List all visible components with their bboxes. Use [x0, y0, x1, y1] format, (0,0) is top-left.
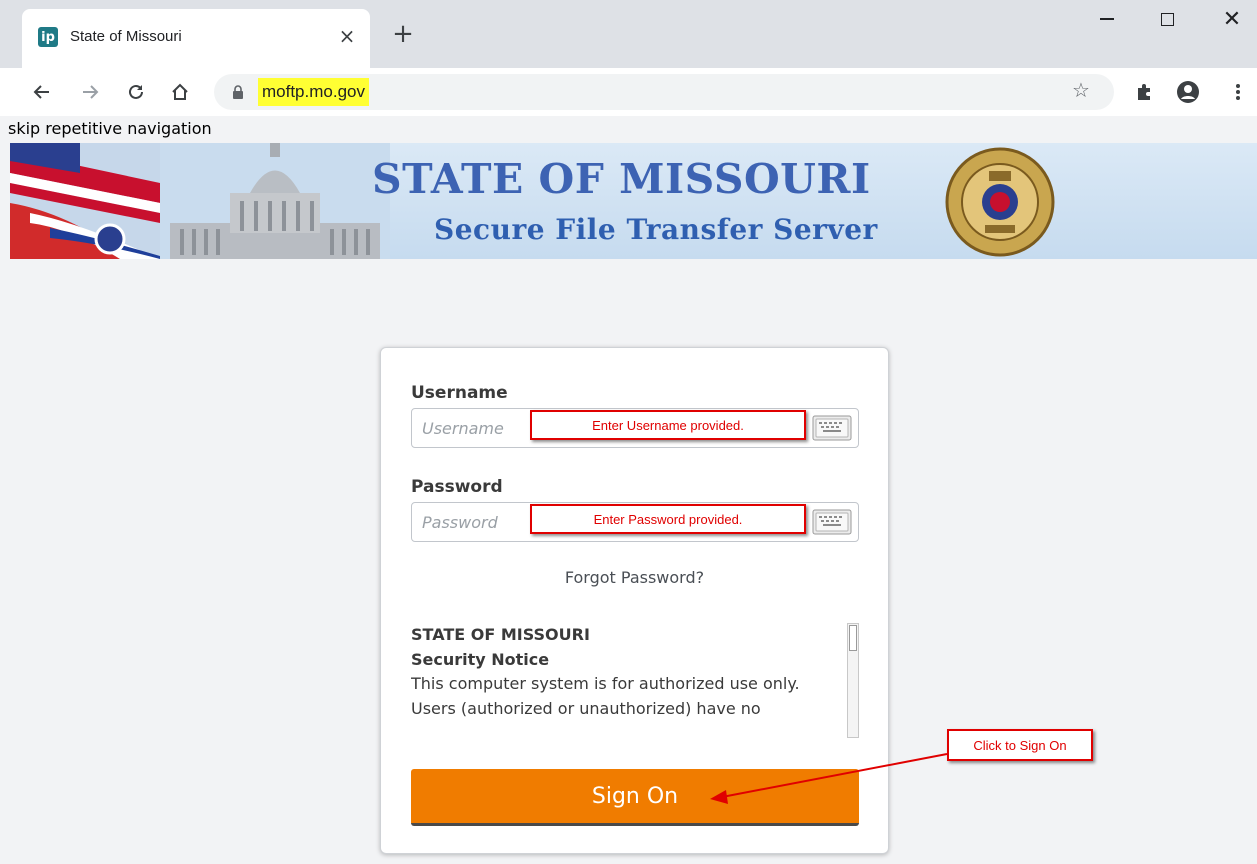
annotation-arrow-icon [710, 753, 948, 804]
